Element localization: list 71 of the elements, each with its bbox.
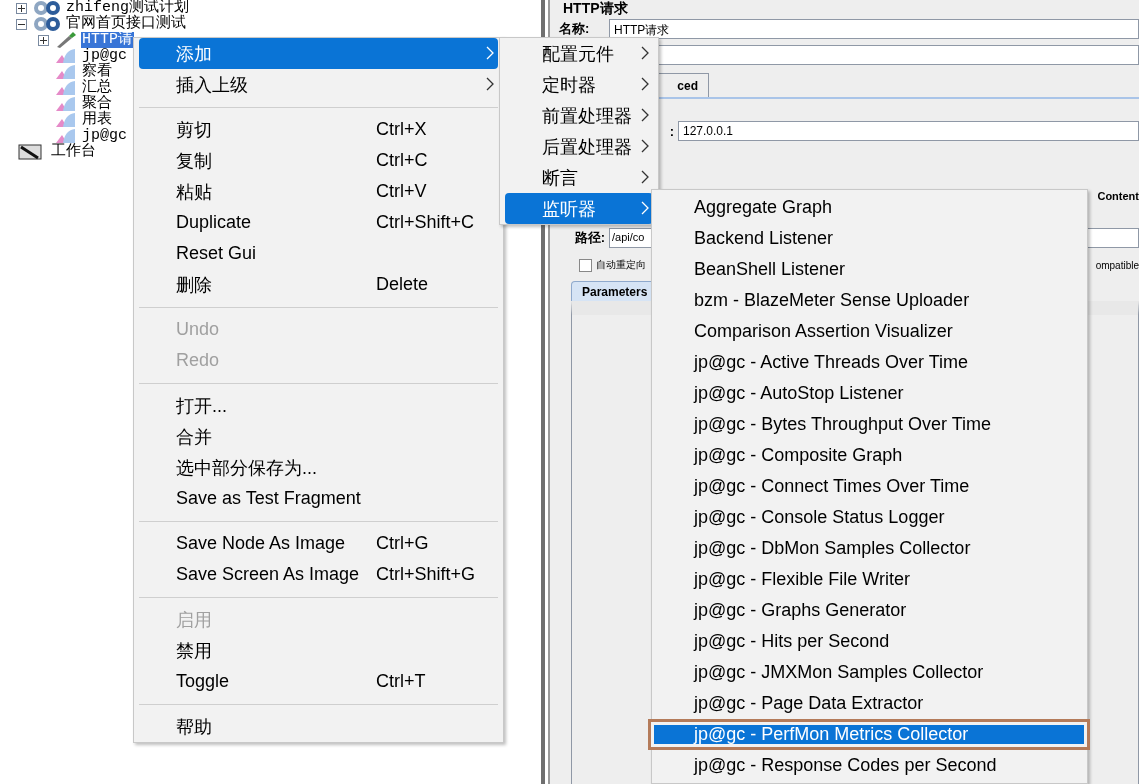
field-label: Content — [1097, 190, 1139, 202]
server-field[interactable]: 127.0.0.1 — [678, 121, 1139, 141]
expand-icon[interactable] — [16, 2, 27, 14]
menu-item[interactable]: jp@gc - Hits per Second — [657, 626, 1082, 657]
menu-item[interactable]: jp@gc - PerfMon Metrics Collector — [648, 719, 1090, 750]
field-label: : — [668, 123, 675, 139]
panel-title: HTTP请求 — [562, 0, 629, 17]
menu-item[interactable]: 复制 Ctrl+C — [139, 145, 498, 176]
menu-item[interactable]: 插入上级 — [139, 69, 498, 100]
collapse-icon[interactable] — [16, 18, 27, 30]
chart-icon — [55, 112, 77, 128]
menu-item[interactable]: Duplicate Ctrl+Shift+C — [139, 207, 498, 238]
field-label: 名称: — [559, 20, 591, 38]
menu-item[interactable]: jp@gc - AutoStop Listener — [657, 378, 1082, 409]
chart-icon — [55, 48, 77, 64]
menu-item[interactable]: Backend Listener — [657, 223, 1082, 254]
tree-item[interactable]: 官网首页接口测试 — [65, 16, 187, 32]
menu-item[interactable]: Save Node As Image Ctrl+G — [139, 528, 498, 559]
chart-icon — [55, 96, 77, 112]
menu-item[interactable]: jp@gc - JMXMon Samples Collector — [657, 657, 1082, 688]
pipette-icon — [55, 32, 77, 48]
menu-item[interactable]: Save as Test Fragment — [139, 483, 498, 514]
menu-item[interactable]: jp@gc - Flexible File Writer — [657, 564, 1082, 595]
tree-item[interactable]: 汇总 — [81, 80, 113, 96]
name-field[interactable]: HTTP请求 — [609, 19, 1139, 39]
gear-icon — [33, 16, 61, 32]
chevron-icon — [641, 77, 649, 91]
menu-item[interactable]: 选中部分保存为... — [139, 452, 498, 483]
tree-item[interactable]: HTTP请 — [81, 32, 134, 48]
tree-item[interactable]: 察看 — [81, 64, 113, 80]
menu-item[interactable]: 粘贴 Ctrl+V — [139, 176, 498, 207]
menu-item[interactable]: 帮助 — [139, 711, 498, 742]
chevron-icon — [641, 108, 649, 122]
menu-item[interactable]: 配置元件 — [505, 38, 653, 69]
menu-item[interactable]: 删除 Delete — [139, 269, 498, 300]
checkbox-label: 自动重定向 — [596, 258, 646, 272]
checkbox-label: ompatible — [1095, 259, 1139, 271]
menu-item[interactable]: Comparison Assertion Visualizer — [657, 316, 1082, 347]
chart-icon — [55, 80, 77, 96]
menu-item[interactable]: 断言 — [505, 162, 653, 193]
menu-item[interactable]: jp@gc - Composite Graph — [657, 440, 1082, 471]
tree-item[interactable]: 聚合 — [81, 96, 113, 112]
menu-item[interactable]: 后置处理器 — [505, 131, 653, 162]
menu-item[interactable]: Toggle Ctrl+T — [139, 666, 498, 697]
menu-item[interactable]: 禁用 — [139, 635, 498, 666]
chevron-icon — [641, 170, 649, 184]
menu-item[interactable]: 添加 — [139, 38, 498, 69]
menu-item[interactable]: Aggregate Graph — [657, 192, 1082, 223]
menu-item[interactable]: jp@gc - Graphs Generator — [657, 595, 1082, 626]
menu-item[interactable]: 前置处理器 — [505, 100, 653, 131]
chevron-icon — [641, 201, 649, 215]
menu-item[interactable]: jp@gc - Bytes Throughput Over Time — [657, 409, 1082, 440]
menu-item[interactable]: jp@gc - Page Data Extractor — [657, 688, 1082, 719]
chart-icon — [55, 64, 77, 80]
menu-item[interactable]: jp@gc - Response Codes per Second — [657, 750, 1082, 781]
menu-item[interactable]: 打开... — [139, 390, 498, 421]
menu-item[interactable]: jp@gc - Connect Times Over Time — [657, 471, 1082, 502]
chevron-icon — [641, 46, 649, 60]
field-label: 路径: — [573, 229, 606, 247]
menu-item[interactable]: 合并 — [139, 421, 498, 452]
chevron-icon — [641, 139, 649, 153]
menu-item[interactable]: jp@gc - DbMon Samples Collector — [657, 533, 1082, 564]
menu-item[interactable]: 监听器 — [505, 193, 653, 224]
menu-item[interactable]: jp@gc - Active Threads Over Time — [657, 347, 1082, 378]
menu-item[interactable]: Save Screen As Image Ctrl+Shift+G — [139, 559, 498, 590]
menu-item[interactable]: Reset Gui — [139, 238, 498, 269]
checkbox[interactable] — [579, 258, 592, 272]
menu-item[interactable]: 剪切 Ctrl+X — [139, 114, 498, 145]
menu-item[interactable]: jp@gc - Console Status Logger — [657, 502, 1082, 533]
chart-icon — [55, 128, 77, 144]
expand-icon[interactable] — [38, 34, 49, 46]
